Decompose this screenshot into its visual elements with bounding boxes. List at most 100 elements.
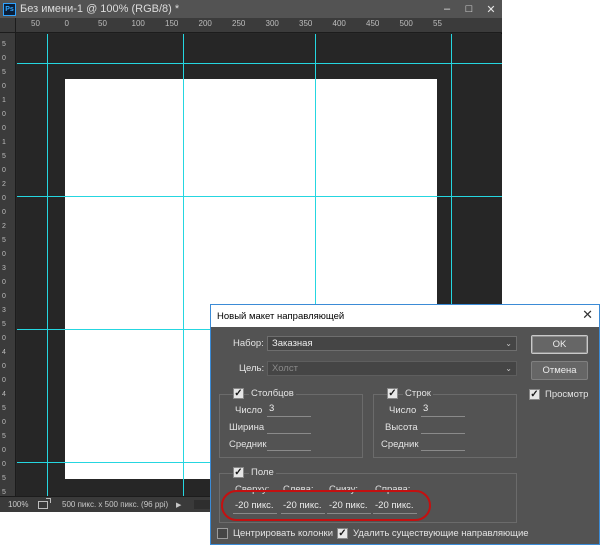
ruler-tick-label: 50 [31, 19, 40, 28]
ruler-tick-label: 0 [2, 55, 6, 62]
ruler-tick-label: 0 [2, 209, 6, 216]
guide-vertical[interactable] [183, 34, 184, 496]
ruler-tick-label: 0 [2, 293, 6, 300]
ruler-tick-label: 5 [2, 153, 6, 160]
margin-checkbox[interactable]: ✓ [233, 467, 244, 478]
rows-checkbox[interactable]: ✓ [387, 388, 398, 399]
margin-values-highlight [221, 490, 431, 521]
rows-gutter-input[interactable] [421, 437, 465, 451]
ruler-tick-label: 400 [332, 19, 346, 28]
document-info: 500 пикс. x 500 пикс. (96 ppi) [62, 500, 169, 509]
preset-label: Набор: [233, 338, 264, 349]
document-tab[interactable]: Ps Без имени-1 @ 100% (RGB/8) * – □ ✕ [0, 0, 502, 18]
ruler-tick-label: 0 [2, 377, 6, 384]
ruler-tick-label: 5 [2, 489, 6, 496]
dialog-close-icon[interactable]: ✕ [582, 308, 593, 322]
ruler-tick-label: 4 [2, 391, 6, 398]
close-icon[interactable]: ✕ [480, 0, 502, 18]
ruler-tick-label: 0 [2, 251, 6, 258]
horizontal-ruler[interactable]: 50 0 50 100 150 200 250 300 350 400 450 500 55 [16, 18, 502, 33]
minimize-icon[interactable]: – [436, 0, 458, 18]
target-label: Цель: [239, 363, 265, 374]
ruler-tick-label: 100 [131, 19, 145, 28]
columns-gutter-input[interactable] [267, 437, 311, 451]
ruler-tick-label: 0 [2, 335, 6, 342]
ruler-tick-label: 3 [2, 307, 6, 314]
ruler-tick-label: 5 [2, 41, 6, 48]
document-title: Без имени-1 @ 100% (RGB/8) * [20, 3, 180, 15]
center-columns-label: Центрировать колонки [233, 528, 334, 539]
ruler-tick-label: 1 [2, 97, 6, 104]
target-select: Холст ⌄ [267, 361, 517, 376]
rows-height-input[interactable] [421, 420, 465, 434]
ruler-tick-label: 0 [2, 111, 6, 118]
ruler-tick-label: 1 [2, 139, 6, 146]
chevron-down-icon: ⌄ [505, 339, 512, 348]
ruler-tick-label: 0 [2, 125, 6, 132]
ruler-tick-label: 3 [2, 265, 6, 272]
ruler-tick-label: 150 [165, 19, 179, 28]
preview-label: Просмотр [545, 389, 589, 400]
preview-checkbox[interactable]: ✓ [529, 389, 540, 400]
rows-gutter-label: Средник [381, 439, 419, 450]
center-columns-checkbox[interactable] [217, 528, 228, 539]
preset-value: Заказная [272, 338, 313, 349]
preset-select[interactable]: Заказная ⌄ [267, 336, 517, 351]
clear-guides-checkbox[interactable]: ✓ [337, 528, 348, 539]
rows-number-input[interactable]: 3 [421, 403, 465, 417]
columns-checkbox[interactable]: ✓ [233, 388, 244, 399]
ruler-tick-label: 350 [299, 19, 313, 28]
margin-title: Поле [249, 467, 276, 478]
ruler-tick-label: 5 [2, 237, 6, 244]
ruler-tick-label: 5 [2, 405, 6, 412]
ruler-tick-label: 2 [2, 181, 6, 188]
columns-title: Столбцов [249, 388, 296, 399]
ruler-tick-label: 0 [2, 447, 6, 454]
share-icon[interactable] [38, 497, 51, 509]
ruler-tick-label: 300 [265, 19, 279, 28]
ruler-tick-label: 5 [2, 321, 6, 328]
maximize-icon[interactable]: □ [458, 0, 480, 18]
photoshop-logo-icon: Ps [3, 2, 16, 16]
target-value: Холст [272, 363, 298, 374]
ruler-tick-label: 5 [2, 433, 6, 440]
ruler-tick-label: 55 [433, 19, 442, 28]
columns-width-label: Ширина [229, 422, 265, 433]
guide-horizontal[interactable] [17, 196, 502, 197]
rows-number-label: Число [389, 405, 417, 416]
ruler-tick-label: 5 [2, 69, 6, 76]
ruler-tick-label: 450 [366, 19, 380, 28]
ruler-tick-label: 500 [399, 19, 413, 28]
ruler-tick-label: 0 [2, 461, 6, 468]
ruler-tick-label: 0 [2, 83, 6, 90]
new-guide-layout-dialog: Новый макет направляющей ✕ Набор: Заказн… [210, 304, 600, 545]
dialog-title: Новый макет направляющей [217, 310, 345, 322]
vertical-ruler[interactable]: 5 0 5 0 1 0 0 1 5 0 2 0 0 2 5 0 3 0 0 3 5 0 4 0 0 4 5 0 5 0 0 5 5 [0, 33, 16, 496]
ruler-tick-label: 0 [2, 419, 6, 426]
columns-width-input[interactable] [267, 420, 311, 434]
ruler-tick-label: 0 [2, 279, 6, 286]
ruler-origin[interactable] [0, 18, 16, 33]
status-menu-arrow-icon[interactable]: ▶ [176, 501, 181, 509]
rows-height-label: Высота [385, 422, 418, 433]
guide-vertical[interactable] [47, 34, 48, 496]
ruler-tick-label: 2 [2, 223, 6, 230]
ruler-tick-label: 50 [98, 19, 107, 28]
clear-guides-label: Удалить существующие направляющие [353, 528, 529, 539]
ok-button[interactable]: OK [531, 335, 588, 354]
ruler-tick-label: 200 [198, 19, 212, 28]
ruler-tick-label: 5 [2, 475, 6, 482]
ruler-tick-label: 0 [2, 167, 6, 174]
ruler-tick-label: 0 [64, 19, 69, 28]
ruler-tick-label: 4 [2, 349, 6, 356]
guide-horizontal[interactable] [17, 63, 502, 64]
dialog-titlebar[interactable]: Новый макет направляющей ✕ [211, 305, 599, 327]
zoom-level[interactable]: 100% [0, 500, 32, 509]
chevron-down-icon: ⌄ [505, 364, 512, 373]
columns-gutter-label: Средник [229, 439, 267, 450]
cancel-button[interactable]: Отмена [531, 361, 588, 380]
ruler-tick-label: 0 [2, 363, 6, 370]
ruler-tick-label: 250 [232, 19, 246, 28]
columns-number-input[interactable]: 3 [267, 403, 311, 417]
rows-title: Строк [403, 388, 433, 399]
